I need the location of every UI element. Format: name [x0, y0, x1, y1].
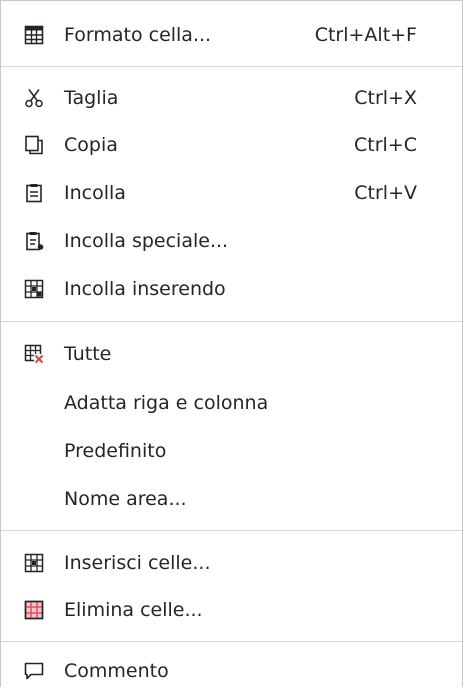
menu-item-incolla-inserendo[interactable]: Incolla inserendo — [1, 265, 462, 313]
menu-item-incolla-speciale[interactable]: Incolla speciale... — [1, 217, 462, 265]
menu-item-label: Incolla — [64, 182, 126, 204]
menu-item-label: Nome area... — [64, 488, 187, 510]
table-grid-icon — [23, 24, 45, 46]
comment-icon — [23, 660, 45, 682]
menu-item-shortcut: Ctrl+V — [354, 182, 417, 204]
clear-cells-icon — [23, 343, 45, 365]
menu-item-shortcut: Ctrl+C — [354, 134, 417, 156]
clipboard-icon — [23, 182, 45, 204]
menu-item-label: Formato cella... — [64, 24, 212, 46]
paste-special-icon — [23, 230, 45, 252]
scissors-icon — [23, 87, 45, 109]
menu-separator — [1, 641, 462, 642]
menu-separator — [1, 66, 462, 67]
paste-insert-icon — [23, 278, 45, 300]
menu-item-label: Elimina celle... — [64, 599, 203, 621]
menu-item-label: Taglia — [64, 87, 119, 109]
menu-item-predefinito[interactable]: Predefinito — [1, 427, 462, 475]
menu-item-nome-area[interactable]: Nome area... — [1, 475, 462, 523]
menu-item-shortcut: Ctrl+Alt+F — [314, 24, 417, 46]
menu-item-label: Copia — [64, 134, 118, 156]
menu-item-label: Incolla speciale... — [64, 230, 229, 252]
menu-item-label: Predefinito — [64, 440, 167, 462]
menu-item-copia[interactable]: Copia Ctrl+C — [1, 121, 462, 169]
menu-item-taglia[interactable]: Taglia Ctrl+X — [1, 74, 462, 122]
menu-item-formato-cella[interactable]: Formato cella... Ctrl+Alt+F — [1, 11, 462, 59]
menu-item-elimina-celle[interactable]: Elimina celle... — [1, 586, 462, 634]
menu-item-label: Incolla inserendo — [64, 278, 226, 300]
copy-icon — [23, 134, 45, 156]
menu-separator — [1, 530, 462, 531]
menu-item-label: Inserisci celle... — [64, 552, 211, 574]
menu-item-inserisci-celle[interactable]: Inserisci celle... — [1, 539, 462, 587]
menu-item-label: Adatta riga e colonna — [64, 392, 269, 414]
delete-cells-icon — [23, 599, 45, 621]
menu-item-incolla[interactable]: Incolla Ctrl+V — [1, 169, 462, 217]
menu-separator — [1, 321, 462, 322]
context-menu: Formato cella... Ctrl+Alt+F Taglia Ctrl+… — [0, 0, 463, 687]
menu-item-tutte[interactable]: Tutte — [1, 330, 462, 378]
menu-item-shortcut: Ctrl+X — [354, 87, 417, 109]
menu-item-label: Tutte — [64, 343, 112, 365]
insert-cells-icon — [23, 552, 45, 574]
menu-item-adatta-riga-colonna[interactable]: Adatta riga e colonna — [1, 379, 462, 427]
menu-item-label: Commento — [64, 660, 169, 682]
